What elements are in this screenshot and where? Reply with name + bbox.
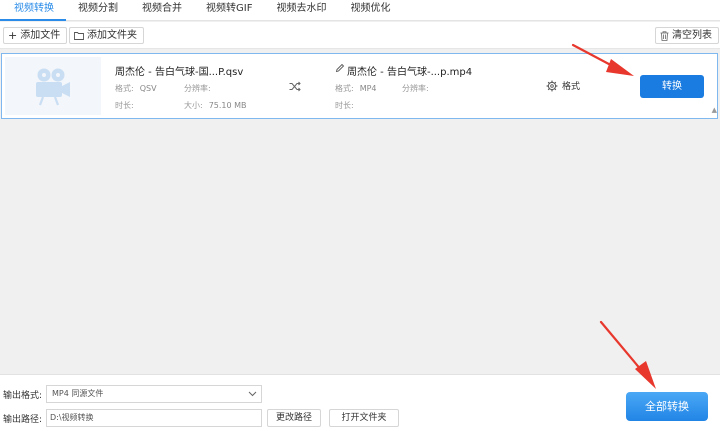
output-format-value: MP4 同源文件 [52, 389, 104, 398]
clear-list-label: 清空列表 [672, 30, 712, 41]
chevron-down-icon [248, 391, 257, 397]
shuffle-icon [289, 81, 301, 92]
add-folder-button[interactable]: 添加文件夹 [69, 27, 144, 44]
tab-video-to-gif[interactable]: 视频转GIF [194, 0, 264, 21]
video-thumbnail [5, 57, 101, 115]
plus-icon: + [8, 29, 18, 42]
format-settings-button[interactable]: 格式 [546, 79, 580, 92]
source-format: 格式: QSV [115, 84, 157, 93]
output-duration: 时长: [335, 101, 354, 110]
gear-icon [546, 80, 558, 91]
output-path-input[interactable]: D:\视频转换 [46, 409, 262, 427]
source-resolution: 分辨率: [184, 84, 211, 93]
open-folder-button[interactable]: 打开文件夹 [329, 409, 399, 427]
folder-icon [74, 32, 84, 40]
tab-video-split[interactable]: 视频分割 [66, 0, 130, 21]
output-format-label: 输出格式: [3, 391, 43, 401]
file-list: 周杰伦 - 告白气球-国...P.qsv 格式: QSV 分辨率: 时长: 大小:… [0, 50, 720, 374]
tab-bar: 视频转换 视频分割 视频合并 视频转GIF 视频去水印 视频优化 [0, 0, 720, 21]
convert-button[interactable]: 转换 [640, 75, 704, 98]
format-settings-label: 格式 [562, 82, 581, 92]
source-duration: 时长: [115, 101, 134, 110]
source-file-name: 周杰伦 - 告白气球-国...P.qsv [115, 67, 244, 78]
change-path-button[interactable]: 更改路径 [267, 409, 321, 427]
add-file-button[interactable]: + 添加文件 [3, 27, 68, 44]
tab-video-merge[interactable]: 视频合并 [130, 0, 194, 21]
output-file-name[interactable]: 周杰伦 - 告白气球-...p.mp4 [347, 63, 472, 78]
trash-icon [660, 30, 669, 41]
convert-all-button[interactable]: 全部转换 [626, 392, 708, 421]
video-camera-icon [36, 68, 70, 106]
source-size: 大小: 75.10 MB [184, 101, 247, 110]
add-folder-label: 添加文件夹 [87, 30, 137, 41]
add-file-label: 添加文件 [20, 30, 61, 41]
output-resolution: 分辨率: [402, 84, 429, 93]
file-row[interactable]: 周杰伦 - 告白气球-国...P.qsv 格式: QSV 分辨率: 时长: 大小:… [1, 53, 718, 119]
output-format-select[interactable]: MP4 同源文件 [46, 385, 262, 403]
output-format: 格式: MP4 [335, 84, 377, 93]
output-path-label: 输出路径: [3, 415, 43, 425]
output-settings-panel: 输出格式: MP4 同源文件 输出路径: D:\视频转换 更改路径 打开文件夹 … [0, 374, 720, 431]
scroll-up-icon[interactable]: ▲ [712, 106, 717, 114]
tab-remove-watermark[interactable]: 视频去水印 [264, 0, 338, 21]
edit-pencil-icon[interactable] [335, 63, 345, 73]
toolbar: + 添加文件 添加文件夹 清空列表 [0, 22, 720, 49]
tab-video-optimize[interactable]: 视频优化 [338, 0, 402, 21]
tab-video-convert[interactable]: 视频转换 [0, 0, 66, 21]
clear-list-button[interactable]: 清空列表 [655, 27, 719, 44]
